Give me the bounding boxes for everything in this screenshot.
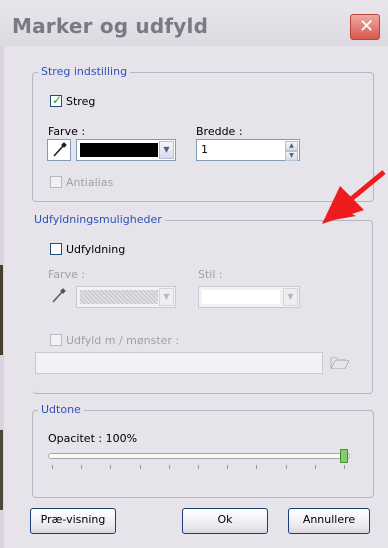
stroke-width-stepper[interactable]: 1 ▲ ▼ [196, 139, 300, 161]
chevron-down-icon[interactable]: ▼ [159, 141, 174, 159]
chevron-down-icon[interactable]: ▼ [159, 288, 174, 306]
stroke-width-value: 1 [201, 143, 208, 156]
eyedropper-icon [52, 288, 66, 303]
antialias-checkbox[interactable] [50, 176, 62, 188]
antialias-label: Antialias [66, 176, 114, 189]
preview-button[interactable]: Præ-visning [30, 508, 116, 534]
fill-color-label: Farve : [48, 268, 86, 281]
slider-tick [139, 465, 141, 469]
background-sliver [0, 265, 3, 355]
close-button[interactable]: ✕ [350, 14, 380, 40]
stroke-width-label: Bredde : [196, 125, 243, 138]
chevron-down-icon[interactable]: ▼ [283, 288, 298, 306]
stroke-color-label: Farve : [48, 125, 86, 138]
spin-up-icon[interactable]: ▲ [285, 141, 298, 151]
slider-tick [285, 465, 287, 469]
fill-options-legend: Udfyldningsmuligheder [31, 213, 165, 226]
background-sliver [0, 430, 3, 510]
dialog-title: Marker og udfyld [12, 14, 209, 38]
fill-checkbox[interactable] [50, 243, 62, 255]
stroke-color-dropdown[interactable]: ▼ [76, 139, 176, 161]
opacity-slider-thumb[interactable] [340, 449, 348, 463]
pattern-fill-checkbox[interactable] [50, 334, 62, 346]
fill-eyedropper-button[interactable] [47, 286, 71, 308]
slider-tick [314, 465, 316, 469]
title-bar: Marker og udfyld ✕ [0, 0, 388, 46]
pattern-fill-label: Udfyld m / mønster : [66, 334, 180, 347]
fill-style-dropdown[interactable]: ▼ [198, 286, 300, 308]
folder-open-icon[interactable]: 🗁 [330, 353, 350, 380]
slider-tick [110, 465, 112, 469]
fill-color-dropdown[interactable]: ▼ [76, 286, 176, 308]
slider-tick [168, 465, 170, 469]
opacity-label: Opacitet : 100% [48, 432, 138, 445]
dialog-window: Marker og udfyld ✕ Streg indstilling ✓ S… [0, 0, 388, 548]
pattern-path-field[interactable] [35, 352, 323, 374]
close-icon: ✕ [359, 16, 375, 37]
slider-tick [52, 465, 53, 469]
slider-tick [81, 465, 83, 469]
slider-tick [198, 465, 199, 469]
cancel-button[interactable]: Annullere [288, 508, 370, 534]
fill-color-swatch [80, 290, 158, 304]
stroke-checkbox-label: Streg [66, 95, 96, 108]
ok-button[interactable]: Ok [182, 508, 268, 534]
fill-checkbox-label: Udfyldning [66, 243, 126, 256]
stroke-width-spin-buttons[interactable]: ▲ ▼ [285, 141, 298, 161]
stroke-settings-legend: Streg indstilling [38, 65, 131, 78]
slider-tick [256, 465, 258, 469]
eyedropper-icon [53, 142, 67, 157]
stroke-color-swatch [80, 143, 158, 157]
checkmark-icon: ✓ [52, 93, 63, 107]
fill-style-swatch [202, 290, 280, 304]
fill-style-label: Stil : [198, 268, 223, 281]
spin-down-icon[interactable]: ▼ [285, 151, 298, 161]
stroke-checkbox[interactable]: ✓ [50, 93, 63, 107]
stroke-eyedropper-button[interactable] [47, 139, 71, 161]
tone-legend: Udtone [38, 403, 84, 416]
slider-tick [227, 465, 229, 469]
slider-tick [344, 465, 345, 469]
opacity-slider[interactable] [48, 453, 350, 459]
